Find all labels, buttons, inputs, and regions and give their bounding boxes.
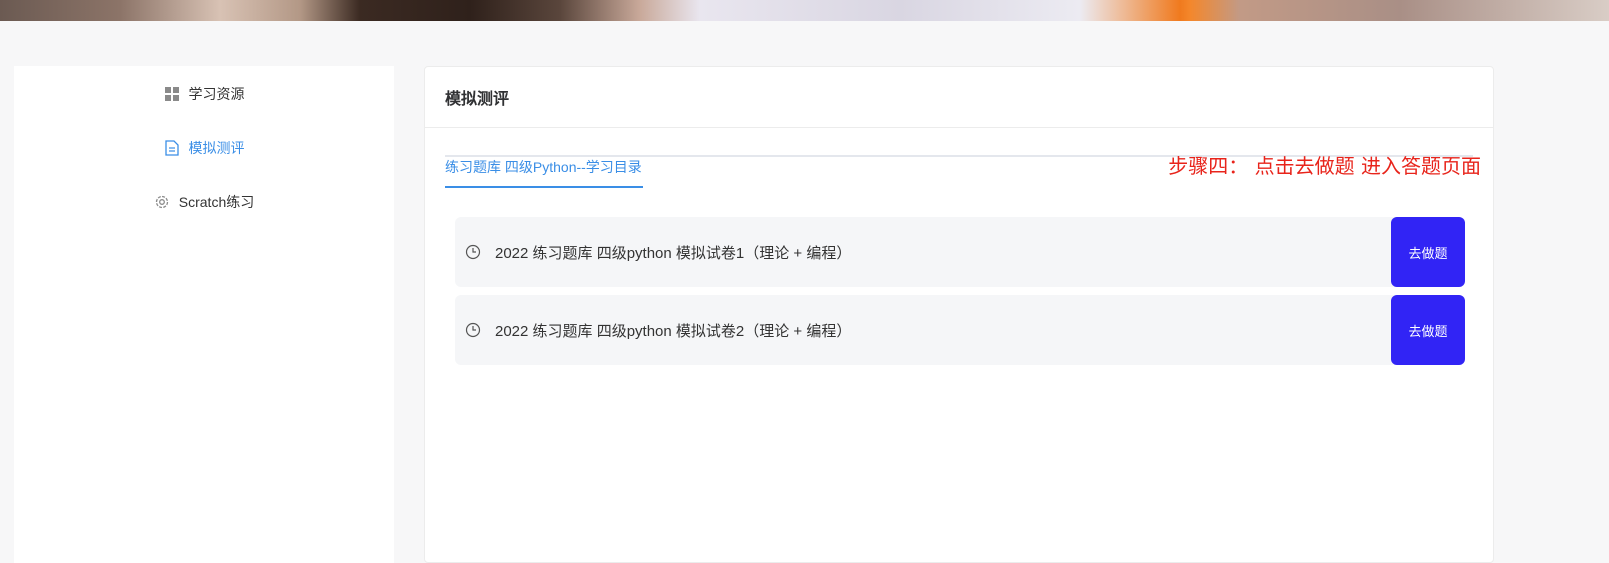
sidebar-item-mock-test[interactable]: 模拟测评 bbox=[14, 134, 394, 162]
document-icon bbox=[164, 140, 180, 156]
start-exam-button[interactable]: 去做题 bbox=[1391, 295, 1465, 365]
step-annotation: 步骤四： 点击去做题 进入答题页面 bbox=[1168, 154, 1481, 178]
start-exam-button[interactable]: 去做题 bbox=[1391, 217, 1465, 287]
main-panel: 模拟测评 练习题库 四级Python--学习目录 步骤四： 点击去做题 进入答题… bbox=[424, 66, 1494, 563]
sidebar-item-scratch-practice[interactable]: Scratch练习 bbox=[14, 188, 394, 216]
exam-title: 2022 练习题库 四级python 模拟试卷1（理论 + 编程） bbox=[495, 244, 852, 262]
page-title: 模拟测评 bbox=[425, 67, 1493, 128]
sidebar: 学习资源 模拟测评 Scratch练习 bbox=[14, 66, 394, 563]
clock-icon bbox=[465, 244, 481, 260]
tab-active-indicator bbox=[445, 186, 643, 188]
sidebar-item-label: 模拟测评 bbox=[188, 140, 245, 156]
gear-icon bbox=[154, 194, 170, 210]
top-banner-image bbox=[0, 0, 1609, 21]
exam-list-item: 2022 练习题库 四级python 模拟试卷2（理论 + 编程） 去做题 bbox=[455, 295, 1465, 365]
grid-icon bbox=[164, 86, 180, 102]
sidebar-item-learning-resources[interactable]: 学习资源 bbox=[14, 80, 394, 108]
sidebar-item-label: 学习资源 bbox=[188, 86, 245, 102]
sidebar-item-label: Scratch练习 bbox=[178, 194, 255, 210]
clock-icon bbox=[465, 322, 481, 338]
tab-python-catalog[interactable]: 练习题库 四级Python--学习目录 bbox=[445, 157, 642, 185]
exam-list-item: 2022 练习题库 四级python 模拟试卷1（理论 + 编程） 去做题 bbox=[455, 217, 1465, 287]
exam-title: 2022 练习题库 四级python 模拟试卷2（理论 + 编程） bbox=[495, 322, 852, 340]
